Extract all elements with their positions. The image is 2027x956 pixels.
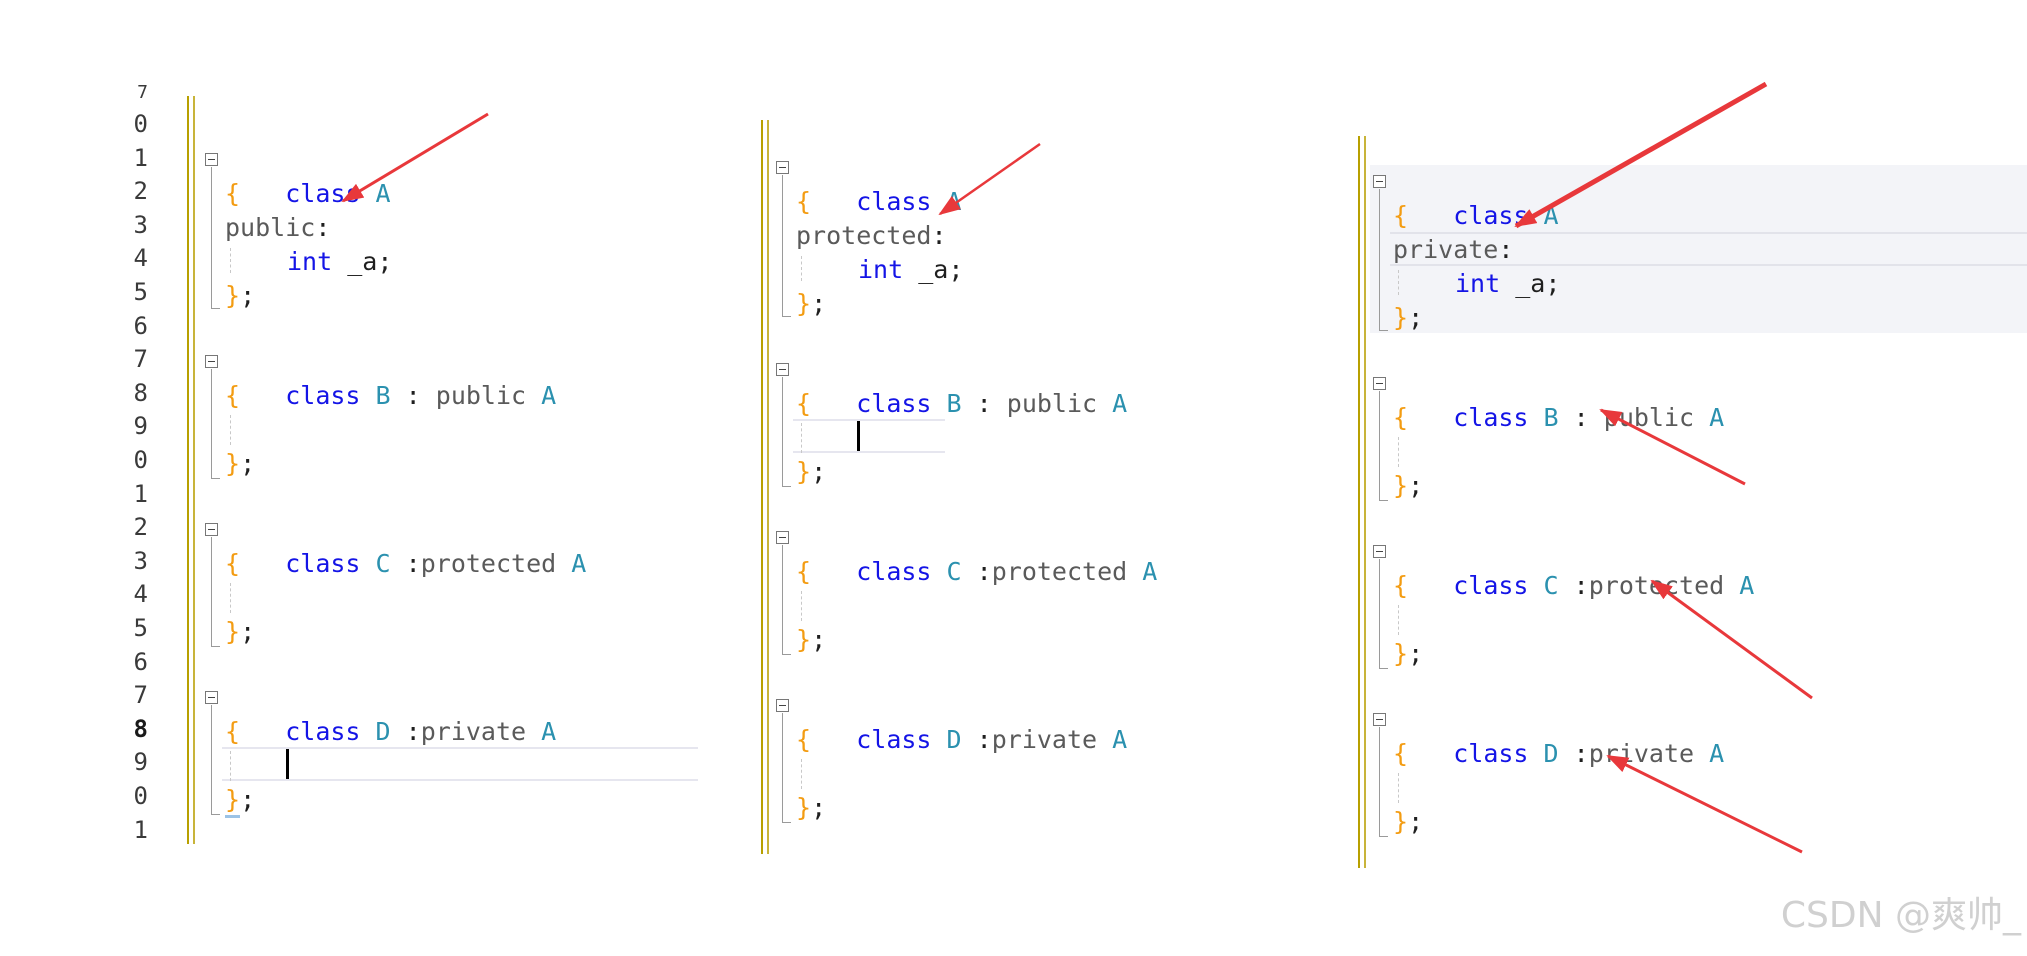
arrow-class-b — [1599, 408, 1746, 486]
watermark: CSDN @爽帅_ — [1780, 895, 2021, 936]
arrow-public — [341, 112, 489, 203]
arrow-class-c — [1650, 579, 1813, 700]
arrow-class-d — [1606, 754, 1803, 854]
annotation-arrows — [341, 81, 1813, 854]
arrow-private — [1514, 81, 1768, 229]
arrow-protected — [938, 142, 1041, 216]
